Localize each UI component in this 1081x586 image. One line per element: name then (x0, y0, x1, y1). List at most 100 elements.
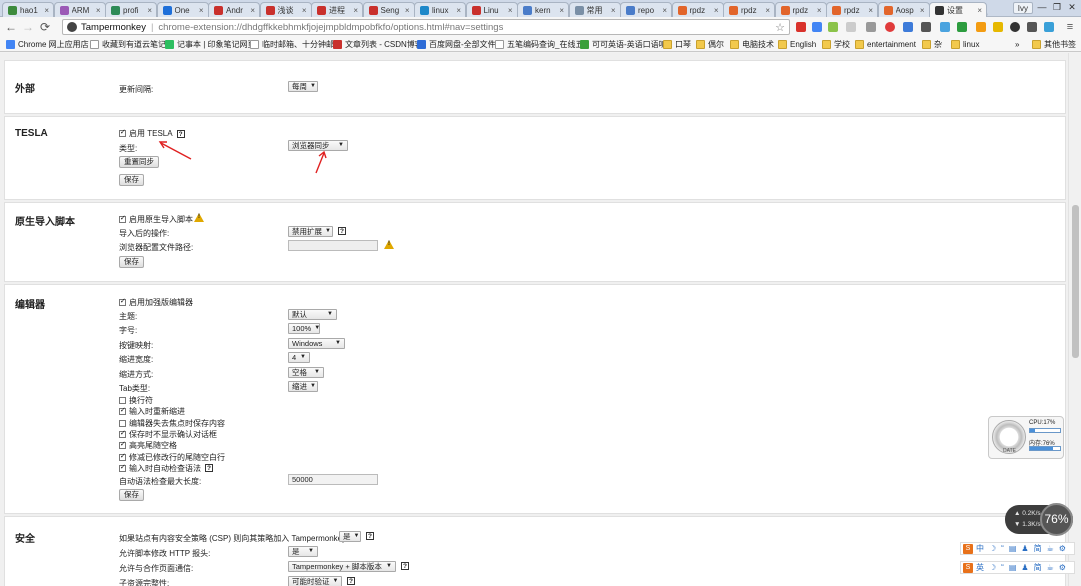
tab-close-icon[interactable]: × (611, 6, 616, 15)
ime-button[interactable]: 简 (1034, 544, 1042, 554)
bookmark-item[interactable]: 五笔编码查询_在线五 (495, 39, 583, 50)
csp-select[interactable]: 是 ▼ (339, 531, 361, 542)
autolint-max-input[interactable]: 50000 (288, 474, 378, 485)
keymap-select[interactable]: Windows ▼ (288, 338, 345, 349)
bookmark-item[interactable]: 杂 (922, 39, 942, 50)
tab-close-icon[interactable]: × (868, 6, 873, 15)
blue-extension-icon[interactable] (903, 22, 913, 32)
orange-extension-icon[interactable] (976, 22, 986, 32)
help-icon[interactable]: ? (176, 129, 185, 138)
browser-tab[interactable]: 设置 × (929, 2, 987, 17)
enhanced-editor-checkbox[interactable]: 启用加强版编辑器 (119, 297, 193, 308)
save-button[interactable]: 保存 (119, 489, 144, 501)
editor-option-checkbox[interactable]: 保存时不显示确认对话框 (119, 429, 217, 440)
checkbox-box[interactable] (119, 128, 126, 137)
tab-close-icon[interactable]: × (662, 6, 667, 15)
browser-tab[interactable]: rpdz × (774, 2, 827, 17)
checkbox-box[interactable] (119, 452, 126, 461)
browser-tab[interactable]: ARM × (53, 2, 106, 17)
ime-button[interactable]: ⚙ (1059, 544, 1066, 554)
tab-close-icon[interactable]: × (559, 6, 564, 15)
dark-extension-icon[interactable] (1027, 22, 1037, 32)
indent-width-select[interactable]: 4 ▼ (288, 352, 310, 363)
http-headers-select[interactable]: 是 ▼ (288, 546, 318, 557)
memory-percent-circle[interactable]: 76% (1040, 503, 1073, 536)
reset-sync-button[interactable]: 重置同步 (119, 156, 159, 168)
tab-close-icon[interactable]: × (456, 6, 461, 15)
ime-button[interactable]: ☽ (989, 544, 996, 554)
browser-tab[interactable]: repo × (620, 2, 672, 17)
help-icon[interactable]: ? (347, 577, 355, 585)
tesla-type-select[interactable]: 浏览器同步 ▼ (288, 140, 348, 151)
bookmark-item[interactable]: linux (951, 39, 979, 50)
gold-extension-icon[interactable] (993, 22, 1003, 32)
profile-button[interactable]: Ivy (1012, 2, 1033, 14)
help-icon[interactable]: ? (338, 227, 346, 235)
save-button[interactable]: 保存 (119, 174, 144, 186)
ime-button[interactable]: ☽ (989, 563, 996, 573)
bookmark-star-icon[interactable]: ☆ (775, 21, 785, 34)
ime-toolbar[interactable]: S 中 ☽ “ ▤ ♟ 简 ☕ ⚙ (960, 542, 1075, 555)
checkbox-box[interactable] (119, 429, 126, 438)
ime-button[interactable]: 英 (976, 563, 984, 573)
tab-close-icon[interactable]: × (508, 6, 513, 15)
profile-path-input[interactable] (288, 240, 378, 251)
ime-button[interactable]: “ (1001, 563, 1004, 573)
editor-option-checkbox[interactable]: 修减已修改行的尾随空白行 (119, 452, 225, 463)
scrollbar-thumb[interactable] (1072, 205, 1079, 358)
editor-option-checkbox[interactable]: 输入时自动检查语法? (119, 463, 213, 474)
maximize-button[interactable]: ❐ (1050, 1, 1064, 13)
bookmark-item[interactable]: 偶尔 (696, 39, 724, 50)
browser-tab[interactable]: 常用 × (568, 2, 621, 17)
browser-tab[interactable]: rpdz × (723, 2, 775, 17)
save-button[interactable]: 保存 (119, 256, 144, 268)
checkbox-box[interactable] (119, 214, 126, 223)
communication-select[interactable]: Tampermonkey + 脚本版本 ▼ (288, 561, 396, 572)
bookmark-item[interactable]: 可可英语-英语口语听 (580, 39, 667, 50)
ime-button[interactable]: ♟ (1021, 563, 1028, 573)
bookmark-item[interactable]: 文章列表 - CSDN博客 (333, 39, 423, 50)
tab-close-icon[interactable]: × (405, 6, 410, 15)
tab-close-icon[interactable]: × (199, 6, 204, 15)
tampermonkey-extension-icon[interactable] (1010, 22, 1020, 32)
bookmark-item[interactable]: English (778, 39, 816, 50)
tab-close-icon[interactable]: × (765, 6, 770, 15)
ime-button[interactable]: ⚙ (1059, 563, 1066, 573)
tab-close-icon[interactable]: × (920, 6, 925, 15)
checkbox-box[interactable] (119, 397, 126, 404)
browser-tab[interactable]: Aosp × (877, 2, 930, 17)
enable-native-import-checkbox[interactable]: 启用原生导入脚本 (119, 214, 193, 225)
ime-button[interactable]: ♟ (1021, 544, 1028, 554)
browser-tab[interactable]: hao1 × (2, 2, 54, 17)
checkbox-box[interactable] (119, 406, 126, 416)
other-bookmarks-folder[interactable]: 其他书签 (1032, 39, 1076, 50)
check-extension-icon[interactable] (846, 22, 856, 32)
tab-close-icon[interactable]: × (96, 6, 101, 15)
cast-extension-icon[interactable] (921, 22, 931, 32)
close-window-button[interactable]: ✕ (1065, 1, 1079, 13)
ime-button[interactable]: ☕ (1047, 563, 1054, 573)
ime-toolbar[interactable]: S 英 ☽ “ ▤ ♟ 简 ☕ ⚙ (960, 561, 1075, 574)
image-extension-icon[interactable] (940, 22, 950, 32)
page-extension-icon[interactable] (866, 22, 876, 32)
menu-icon[interactable]: ≡ (1063, 20, 1077, 34)
bookmark-item[interactable]: Chrome 网上应用店 (6, 39, 89, 50)
editor-option-checkbox[interactable]: 编辑器失去焦点时保存内容 (119, 418, 225, 429)
browser-tab[interactable]: Seng × (362, 2, 415, 17)
bookmark-item[interactable]: 记事本 | 印象笔记网页 (165, 39, 256, 50)
tab-close-icon[interactable]: × (353, 6, 358, 15)
tab-close-icon[interactable]: × (302, 6, 307, 15)
after-import-select[interactable]: 禁用扩展 ▼ (288, 226, 333, 237)
help-icon[interactable]: ? (366, 532, 374, 540)
tab-type-select[interactable]: 缩进 ▼ (288, 381, 318, 392)
help-icon[interactable]: ? (401, 562, 409, 570)
tab-close-icon[interactable]: × (817, 6, 822, 15)
browser-tab[interactable]: One × (156, 2, 209, 17)
ime-button[interactable]: ▤ (1009, 544, 1017, 554)
bookmark-item[interactable]: entertainment (855, 39, 916, 50)
editor-option-checkbox[interactable]: 输入时重新缩进 (119, 406, 185, 417)
sri-select[interactable]: 可能时验证 ▼ (288, 576, 342, 586)
tab-close-icon[interactable]: × (147, 6, 152, 15)
ime-button[interactable]: ☕ (1047, 544, 1054, 554)
editor-option-checkbox[interactable]: 换行符 (119, 395, 153, 406)
